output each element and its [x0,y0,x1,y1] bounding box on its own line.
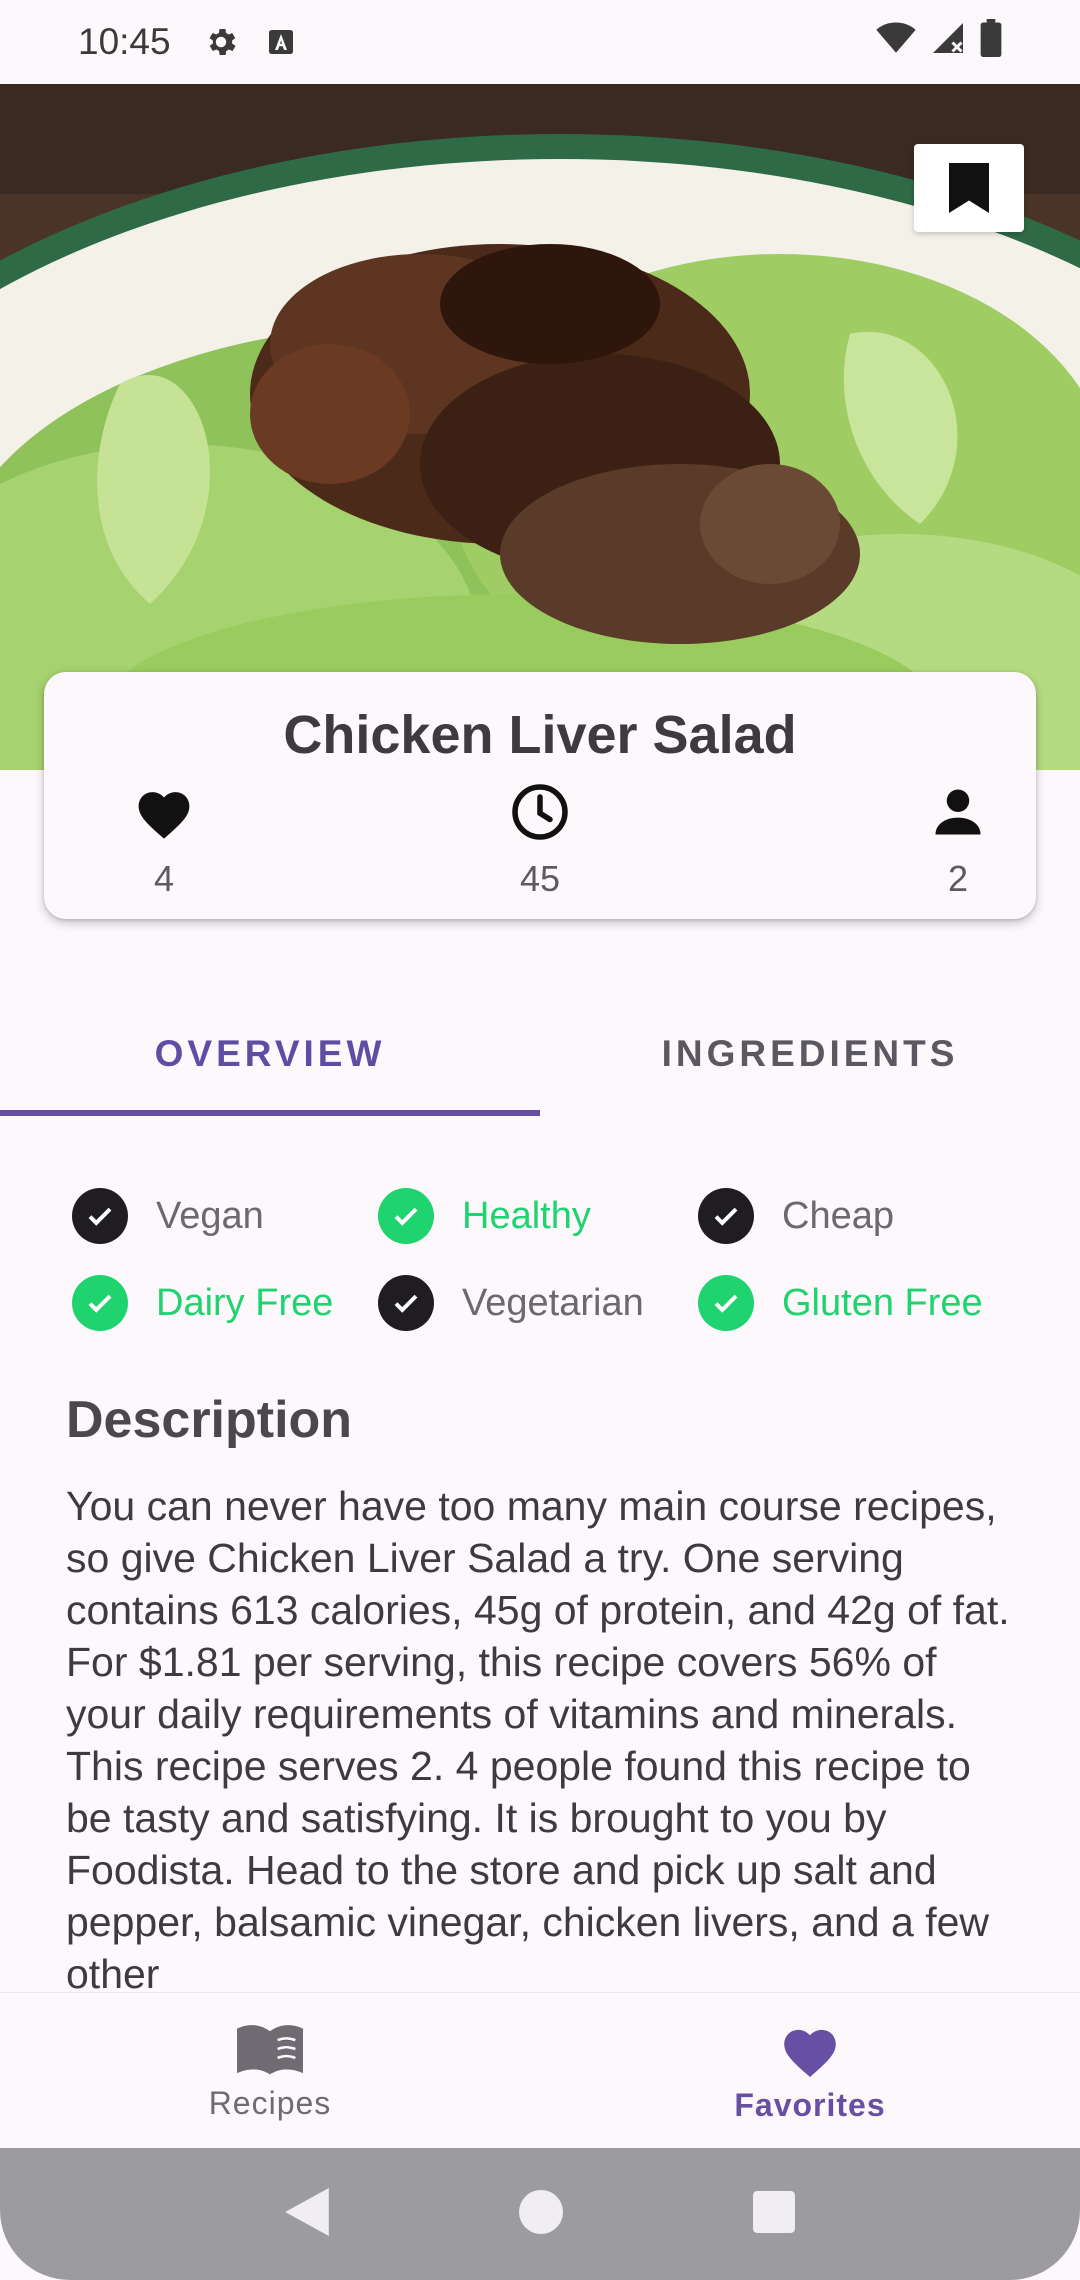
back-icon[interactable] [285,2187,329,2241]
diet-label: Gluten Free [782,1281,983,1324]
nav-favorites[interactable]: Favorites [540,1993,1080,2148]
tab-indicator [0,1110,540,1116]
clock-icon [480,780,600,844]
diet-grid: Vegan Healthy Cheap Dairy Free Vegetaria… [0,1180,1080,1360]
diet-label: Vegetarian [462,1281,644,1324]
person-icon [898,780,1018,844]
check-icon [378,1275,434,1331]
heart-icon [104,780,224,844]
recipe-image [0,84,1080,770]
diet-vegan: Vegan [72,1188,264,1244]
system-navigation-bar [0,2148,1080,2280]
nav-recipes[interactable]: Recipes [0,1993,540,2148]
heart-icon [784,2029,836,2077]
diet-label: Vegan [156,1194,264,1237]
recipe-summary-card: Chicken Liver Salad 4 45 2 [44,672,1036,919]
description-text: You can never have too many main course … [66,1483,1010,1990]
diet-vegetarian: Vegetarian [378,1275,644,1331]
diet-label: Cheap [782,1194,894,1237]
bookmark-button[interactable] [914,144,1024,232]
check-icon [72,1275,128,1331]
book-icon [237,2025,303,2075]
diet-cheap: Cheap [698,1188,894,1244]
status-indicators [876,18,1002,66]
time-stat: 45 [480,780,600,900]
likes-count: 4 [153,858,175,899]
nav-label: Favorites [734,2087,886,2123]
status-time: 10:45 [78,21,171,62]
servings-count: 2 [947,858,969,899]
tab-bar: OVERVIEW INGREDIENTS [0,990,1080,1118]
settings-icon [203,24,239,60]
description-heading: Description [66,1391,353,1449]
recents-icon[interactable] [753,2190,795,2238]
diet-label: Healthy [462,1194,591,1237]
diet-label: Dairy Free [156,1281,334,1324]
wifi-icon [876,20,916,65]
nav-label: Recipes [208,2085,332,2121]
tab-ingredients[interactable]: INGREDIENTS [540,990,1080,1118]
bookmark-icon [949,163,989,213]
diet-gluten-free: Gluten Free [698,1275,983,1331]
check-icon [72,1188,128,1244]
status-bar: 10:45 [0,0,1080,84]
servings-stat: 2 [898,780,1018,900]
diet-healthy: Healthy [378,1188,591,1244]
check-icon [698,1188,754,1244]
bottom-navigation: Recipes Favorites [0,1992,1080,2148]
battery-icon [980,18,1002,66]
check-icon [378,1188,434,1244]
recipe-title: Chicken Liver Salad [283,705,797,765]
minutes-count: 45 [519,858,561,899]
tab-overview[interactable]: OVERVIEW [0,990,540,1118]
accessibility-a-icon [265,26,297,58]
home-icon[interactable] [519,2189,563,2239]
diet-dairy-free: Dairy Free [72,1275,333,1331]
cell-signal-icon [930,20,966,65]
likes-stat: 4 [104,780,224,900]
check-icon [698,1275,754,1331]
